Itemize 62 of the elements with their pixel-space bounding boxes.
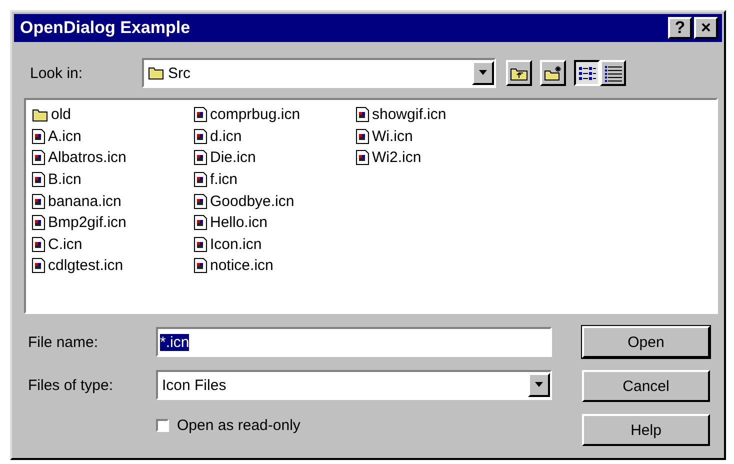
file-item[interactable]: comprbug.icn <box>210 106 300 124</box>
up-folder-icon <box>510 66 528 80</box>
file-icon <box>32 215 45 230</box>
up-folder-button[interactable] <box>506 60 532 86</box>
file-icon <box>194 128 207 144</box>
folder-icon <box>32 108 48 122</box>
file-icon <box>356 107 369 122</box>
file-item[interactable]: Bmp2gif.icn <box>48 214 126 232</box>
file-item[interactable]: C.icn <box>48 236 82 253</box>
file-list[interactable]: old A.icn Albatros.icn B.icn banana.icn Bmp2gif.icn C.icn cdlgtest.icn comprbug.icn d.icn Die.icn f.icn Goodbye.icn Hello.icn Icon.icn notice.icn showgif.icn Wi.icn Wi2.icn <box>24 98 718 314</box>
list-view-button[interactable] <box>574 60 600 86</box>
file-icon <box>32 172 45 188</box>
details-view-button[interactable] <box>600 60 626 86</box>
read-only-label: Open as read-only <box>177 416 300 434</box>
file-icon <box>32 150 45 166</box>
file-item[interactable]: banana.icn <box>48 192 122 210</box>
file-item[interactable]: Albatros.icn <box>48 149 126 166</box>
open-button[interactable]: Open <box>582 326 710 358</box>
file-icon <box>194 258 207 274</box>
file-item[interactable]: Goodbye.icn <box>210 192 294 210</box>
file-type-dropdown[interactable]: Icon Files <box>156 370 552 400</box>
file-item[interactable]: notice.icn <box>210 257 274 274</box>
help-button[interactable]: Help <box>582 414 710 446</box>
file-icon <box>32 128 45 144</box>
file-item[interactable]: Icon.icn <box>210 236 262 253</box>
file-icon <box>356 150 369 166</box>
look-in-label: Look in: <box>30 64 84 82</box>
file-icon <box>194 215 207 230</box>
file-icon <box>194 150 207 166</box>
file-name-label: File name: <box>28 334 100 350</box>
file-item[interactable]: old <box>51 106 72 124</box>
cancel-button[interactable]: Cancel <box>582 370 710 402</box>
window-title: OpenDialog Example <box>20 18 192 38</box>
file-item[interactable]: showgif.icn <box>372 106 446 124</box>
file-icon <box>194 194 207 209</box>
file-icon <box>194 236 207 252</box>
file-icon <box>356 128 369 144</box>
file-item[interactable]: d.icn <box>210 128 242 145</box>
file-name-field[interactable]: *.icn <box>156 327 552 357</box>
new-folder-button[interactable] <box>540 60 566 86</box>
look-in-dropdown[interactable]: Src <box>142 58 496 88</box>
list-view-icon <box>578 64 596 82</box>
new-folder-icon <box>544 66 562 80</box>
file-icon <box>32 258 45 274</box>
help-button[interactable]: ? <box>668 17 692 39</box>
close-button[interactable]: × <box>694 17 718 39</box>
file-item[interactable]: Hello.icn <box>210 214 268 232</box>
read-only-checkbox[interactable] <box>156 418 169 432</box>
file-item[interactable]: B.icn <box>48 171 82 188</box>
folder-icon <box>148 66 164 80</box>
file-item[interactable]: Wi2.icn <box>372 149 422 166</box>
file-icon <box>194 107 207 122</box>
file-item[interactable]: A.icn <box>48 128 82 145</box>
file-item[interactable]: Wi.icn <box>372 128 413 145</box>
file-item[interactable]: Die.icn <box>210 149 256 166</box>
file-type-label: Files of type: <box>28 376 114 394</box>
file-item[interactable]: cdlgtest.icn <box>48 257 124 274</box>
file-item[interactable]: f.icn <box>210 171 238 188</box>
file-icon <box>32 236 45 252</box>
file-icon <box>32 194 45 209</box>
file-icon <box>194 172 207 188</box>
details-view-icon <box>604 64 622 82</box>
